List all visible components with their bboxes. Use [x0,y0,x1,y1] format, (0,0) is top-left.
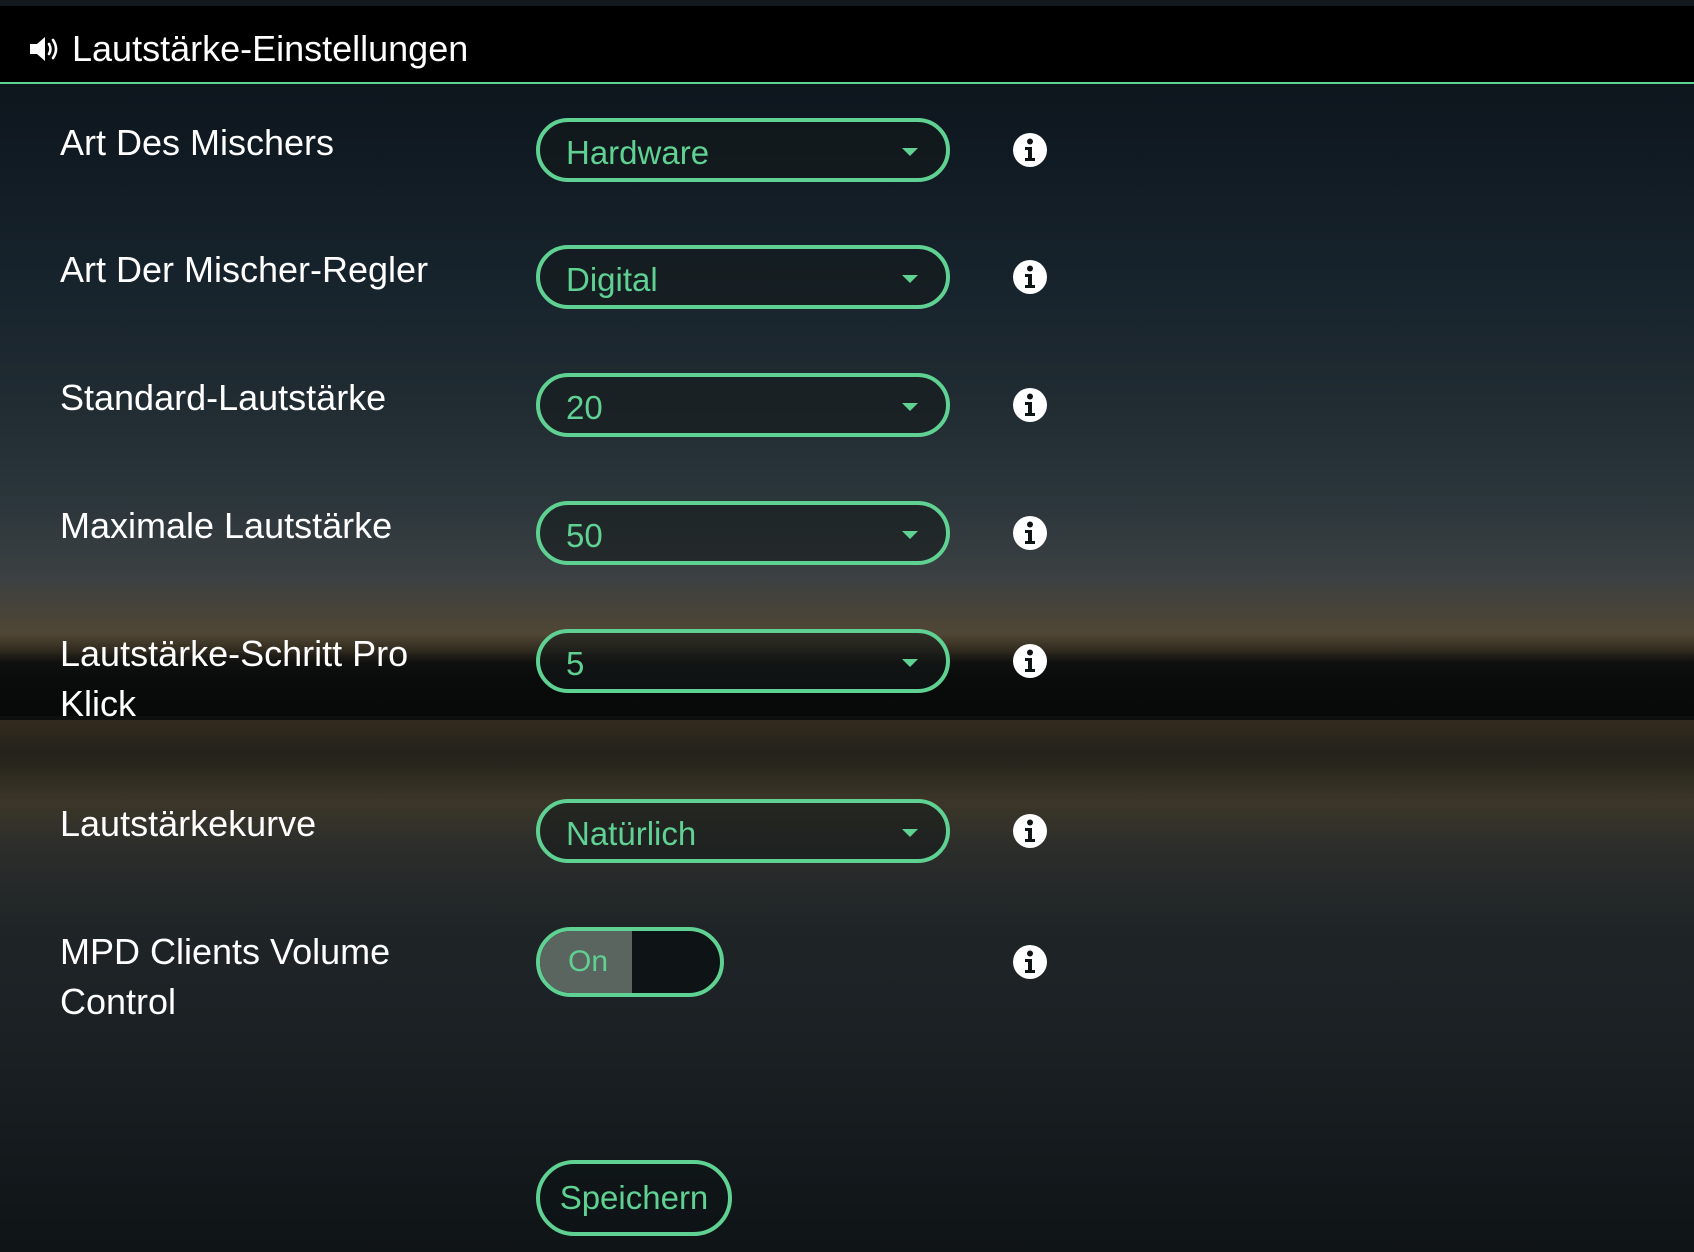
chevron-down-icon [902,403,918,411]
mixer-type-select[interactable]: Hardware [536,118,950,182]
toggle-state-label: On [568,945,609,978]
info-icon[interactable] [1012,643,1048,679]
setting-label: Art Der Mischer-Regler [60,249,429,290]
select-value: 50 [566,517,603,554]
chevron-down-icon [902,829,918,837]
save-button[interactable]: Speichern [536,1160,732,1236]
chevron-down-icon [902,531,918,539]
chevron-down-icon [902,275,918,283]
info-icon[interactable] [1012,387,1048,423]
mpd-volume-toggle[interactable]: On [536,927,724,997]
max-volume-select[interactable]: 50 [536,501,950,565]
info-icon[interactable] [1012,813,1048,849]
header-bar: Lautstärke-Einstellungen [0,0,1694,84]
default-volume-select[interactable]: 20 [536,373,950,437]
select-value: Natürlich [566,815,697,852]
volume-step-select[interactable]: 5 [536,629,950,693]
setting-label: Standard-Lautstärke [60,377,387,418]
info-icon[interactable] [1012,944,1048,980]
setting-label: Lautstärkekurve [60,803,317,844]
select-value: Hardware [566,134,710,171]
select-value: Digital [566,261,658,298]
page-title: Lautstärke-Einstellungen [72,28,469,69]
mixer-control-select[interactable]: Digital [536,245,950,309]
background-water-reflection [0,720,1694,810]
chevron-down-icon [902,148,918,156]
select-value: 5 [566,645,585,682]
setting-label: Lautstärke-Schritt Pro Klick [60,633,409,724]
info-icon[interactable] [1012,259,1048,295]
info-icon[interactable] [1012,132,1048,168]
info-icon[interactable] [1012,515,1048,551]
chevron-down-icon [902,659,918,667]
header-title-group: Lautstärke-Einstellungen [28,28,468,70]
setting-label: MPD Clients Volume Control [60,931,391,1022]
setting-label: Art Des Mischers [60,122,335,163]
speaker-icon [30,37,58,61]
select-value: 20 [566,389,603,426]
volume-curve-select[interactable]: Natürlich [536,799,950,863]
setting-label: Maximale Lautstärke [60,505,393,546]
